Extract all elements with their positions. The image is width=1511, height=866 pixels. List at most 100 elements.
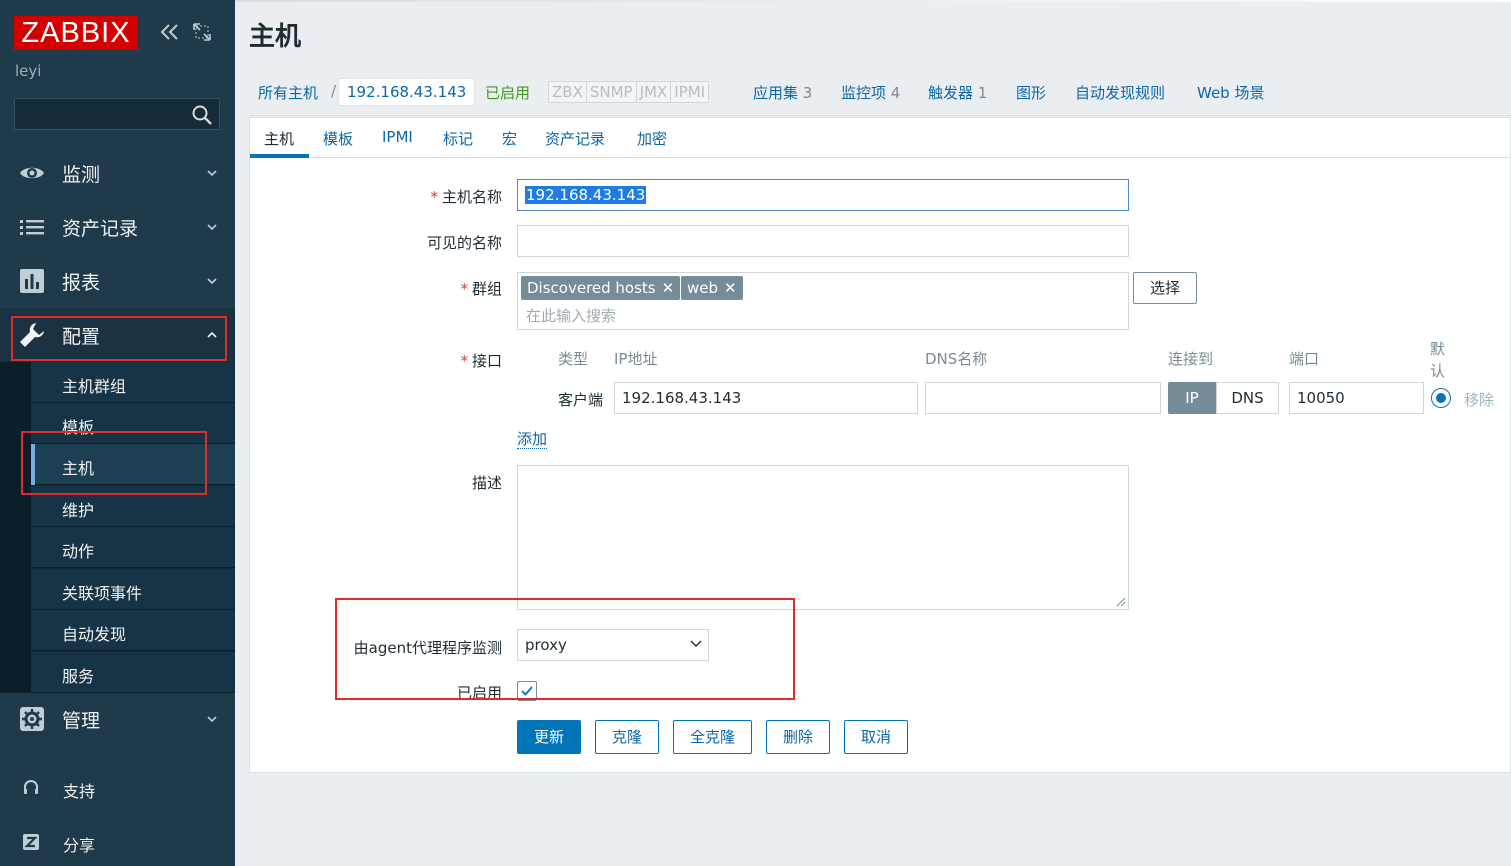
nav-link-count: 1 [977, 84, 988, 102]
nav-triggers[interactable]: 触发器 1 [928, 82, 987, 103]
zabbix-logo[interactable]: ZABBIX [14, 16, 138, 50]
submenu-label: 关联项事件 [62, 584, 143, 603]
iface-ip-input[interactable]: 192.168.43.143 [614, 382, 918, 414]
tab-macros[interactable]: 宏 [502, 128, 517, 149]
iface-dns-input[interactable] [925, 382, 1161, 414]
breadcrumb-separator: / [331, 82, 337, 100]
clone-button[interactable]: 克隆 [595, 720, 659, 754]
iface-header-type: 类型 [558, 350, 589, 368]
chevron-down-icon [207, 224, 217, 231]
headset-icon [24, 780, 38, 794]
select-groups-button[interactable]: 选择 [1133, 272, 1197, 304]
tab-inventory[interactable]: 资产记录 [545, 128, 605, 149]
double-chevron-left-icon[interactable] [158, 20, 182, 44]
submenu-label: 维护 [62, 501, 95, 520]
menu-reports[interactable]: 报表 [0, 254, 235, 308]
submenu-host-groups[interactable]: 主机群组 [31, 362, 235, 403]
breadcrumb-all-hosts[interactable]: 所有主机 [258, 82, 318, 103]
search-icon[interactable] [191, 104, 213, 126]
breadcrumb-current-host[interactable]: 192.168.43.143 [338, 78, 476, 106]
submenu-actions[interactable]: 动作 [31, 527, 235, 568]
menu-monitoring[interactable]: 监测 [0, 146, 235, 200]
support-label: 支持 [63, 782, 96, 801]
add-interface-link[interactable]: 添加 [517, 431, 548, 449]
menu-label: 报表 [62, 271, 101, 294]
tab-ipmi[interactable]: IPMI [382, 128, 413, 146]
iface-header-connect: 连接到 [1168, 350, 1214, 368]
update-button[interactable]: 更新 [517, 720, 581, 754]
group-chip[interactable]: Discovered hosts ✕ [521, 276, 681, 300]
visible-name-input[interactable] [517, 225, 1129, 257]
full-clone-button[interactable]: 全克隆 [673, 720, 752, 754]
menu-label: 监测 [62, 163, 101, 186]
menu-share[interactable]: 分享 [0, 820, 235, 866]
connect-to-ip-button[interactable]: IP [1168, 382, 1216, 414]
availability-ipmi: IPMI [674, 83, 706, 101]
annotation-box-proxy [335, 598, 795, 700]
submenu-discovery[interactable]: 自动发现 [31, 610, 235, 651]
submenu-event-correlation[interactable]: 关联项事件 [31, 569, 235, 610]
tab-tags[interactable]: 标记 [443, 128, 473, 149]
groups-label: * 群组 [460, 280, 502, 298]
menu-inventory[interactable]: 资产记录 [0, 200, 235, 254]
eye-icon [20, 167, 44, 179]
description-label: 描述 [471, 474, 502, 492]
remove-chip-icon[interactable]: ✕ [662, 279, 675, 297]
list-icon [20, 220, 44, 235]
remove-chip-icon[interactable]: ✕ [724, 279, 737, 297]
visible-name-label: 可见的名称 [426, 234, 502, 252]
delete-button[interactable]: 删除 [766, 720, 830, 754]
tab-encryption[interactable]: 加密 [637, 128, 667, 149]
search-input[interactable] [14, 98, 220, 130]
tab-templates[interactable]: 模板 [323, 128, 353, 149]
groups-search-placeholder[interactable]: 在此输入搜索 [526, 305, 616, 326]
page-title: 主机 [249, 22, 302, 52]
iface-default-radio[interactable] [1431, 388, 1451, 408]
hostname-input[interactable]: 192.168.43.143 [517, 179, 1129, 211]
nav-graphs[interactable]: 图形 [1016, 82, 1046, 103]
menu-administration[interactable]: 管理 [0, 692, 235, 746]
chevron-down-icon [207, 278, 217, 285]
form-tabs: 主机 模板 IPMI 标记 宏 资产记录 加密 [250, 118, 1511, 158]
group-chip[interactable]: web ✕ [681, 276, 743, 300]
availability-zbx: ZBX [549, 82, 587, 102]
annotation-box-configuration [11, 316, 227, 361]
gear-icon [20, 707, 44, 731]
menu-label: 管理 [62, 709, 101, 732]
nav-applications[interactable]: 应用集 3 [753, 82, 812, 103]
resize-grip-icon[interactable] [1116, 597, 1126, 607]
interfaces-label: * 接口 [460, 352, 502, 370]
main-content: 主机 所有主机 / 192.168.43.143 已启用 ZBX SNMP JM… [235, 0, 1511, 866]
nav-items[interactable]: 监控项 4 [841, 82, 900, 103]
submenu-label: 动作 [62, 542, 95, 561]
iface-header-default: 默认 [1430, 340, 1446, 380]
tab-host[interactable]: 主机 [264, 128, 294, 149]
hostname-value: 192.168.43.143 [525, 186, 647, 204]
submenu-services[interactable]: 服务 [31, 652, 235, 693]
nav-web-scenarios[interactable]: Web 场景 [1197, 82, 1264, 103]
active-tab-indicator [250, 154, 309, 158]
annotation-box-hosts [21, 431, 207, 495]
iface-header-ip: IP地址 [614, 350, 658, 368]
iface-remove-link[interactable]: 移除 [1464, 389, 1494, 410]
nav-link-count: 3 [802, 84, 813, 102]
host-status-enabled[interactable]: 已启用 [485, 82, 530, 103]
host-navigation: 所有主机 / 192.168.43.143 已启用 ZBX SNMP JMX I… [249, 66, 1511, 116]
menu-support[interactable]: 支持 [0, 766, 235, 812]
configuration-submenu: 主机群组 模板 主机 维护 动作 关联项事件 自动发现 服务 [0, 362, 235, 693]
user-name: leyi [15, 62, 42, 80]
cancel-button[interactable]: 取消 [844, 720, 908, 754]
description-textarea[interactable] [517, 465, 1129, 610]
groups-multiselect[interactable]: Discovered hosts ✕ web ✕ 在此输入搜索 [517, 272, 1129, 330]
chevron-down-icon [207, 716, 217, 723]
group-chip-label: web [687, 279, 719, 297]
nav-link-label: 监控项 [841, 84, 887, 102]
nav-discovery-rules[interactable]: 自动发现规则 [1075, 82, 1165, 103]
iface-header-port: 端口 [1289, 350, 1320, 368]
nav-link-label: 触发器 [928, 84, 974, 102]
iface-port-input[interactable]: 10050 [1289, 382, 1424, 414]
fullscreen-icon[interactable] [192, 22, 212, 42]
nav-link-label: 应用集 [753, 84, 799, 102]
submenu-label: 主机群组 [62, 377, 127, 396]
connect-to-dns-button[interactable]: DNS [1216, 382, 1279, 414]
